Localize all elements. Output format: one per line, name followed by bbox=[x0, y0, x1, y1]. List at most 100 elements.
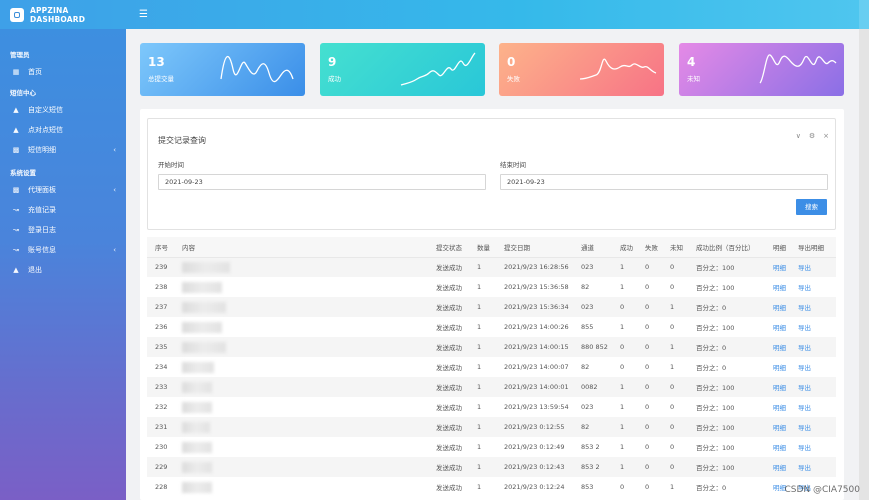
cell-date: 2021/9/23 0:12:43 bbox=[496, 457, 573, 477]
detail-link[interactable]: 明细 bbox=[765, 337, 790, 357]
detail-link[interactable]: 明细 bbox=[765, 257, 790, 277]
column-header: 内容 bbox=[174, 237, 428, 258]
start-date-input[interactable] bbox=[158, 174, 486, 190]
cell-qty: 1 bbox=[469, 397, 496, 417]
detail-link[interactable]: 明细 bbox=[765, 277, 790, 297]
brand[interactable]: APPZINA DASHBOARD bbox=[0, 0, 126, 29]
detail-link[interactable]: 明细 bbox=[765, 377, 790, 397]
cell-unknown: 1 bbox=[662, 297, 688, 317]
collapse-icon[interactable]: ∨ bbox=[796, 132, 801, 140]
top-bar: APPZINA DASHBOARD ☰ bbox=[0, 0, 869, 29]
sidebar-item-logout[interactable]: ▲ 退出 bbox=[0, 260, 126, 280]
close-icon[interactable]: × bbox=[823, 132, 829, 140]
column-header: 提交日期 bbox=[496, 237, 573, 258]
redacted-content bbox=[182, 361, 214, 373]
cell-status: 发送成功 bbox=[428, 377, 469, 397]
cell-content bbox=[174, 357, 428, 377]
redacted-content bbox=[182, 301, 226, 313]
gear-icon[interactable]: ⚙ bbox=[809, 132, 815, 140]
export-link[interactable]: 导出 bbox=[790, 337, 836, 357]
export-link[interactable]: 导出 bbox=[790, 277, 836, 297]
stat-value: 9 bbox=[328, 55, 337, 69]
cell-success: 0 bbox=[612, 357, 637, 377]
cell-success: 1 bbox=[612, 317, 637, 337]
cell-status: 发送成功 bbox=[428, 337, 469, 357]
cell-content bbox=[174, 257, 428, 277]
cell-date: 2021/9/23 14:00:26 bbox=[496, 317, 573, 337]
cell-date: 2021/9/23 14:00:15 bbox=[496, 337, 573, 357]
export-link[interactable]: 导出 bbox=[790, 457, 836, 477]
cell-fail: 0 bbox=[637, 437, 662, 457]
end-date-input[interactable] bbox=[500, 174, 828, 190]
cell-status: 发送成功 bbox=[428, 257, 469, 277]
detail-link[interactable]: 明细 bbox=[765, 317, 790, 337]
hamburger-icon[interactable]: ☰ bbox=[139, 9, 148, 20]
cell-qty: 1 bbox=[469, 337, 496, 357]
detail-link[interactable]: 明细 bbox=[765, 357, 790, 377]
cell-ratio: 百分之：100 bbox=[688, 317, 765, 337]
cell-status: 发送成功 bbox=[428, 297, 469, 317]
cell-date: 2021/9/23 0:12:24 bbox=[496, 477, 573, 497]
sidebar-item-label: 退出 bbox=[28, 266, 42, 274]
sidebar-item-login-log[interactable]: ↝ 登录日志 bbox=[0, 220, 126, 240]
cell-fail: 0 bbox=[637, 297, 662, 317]
sidebar-item-label: 点对点短信 bbox=[28, 126, 63, 134]
detail-link[interactable]: 明细 bbox=[765, 437, 790, 457]
sidebar: 管理员 ▦ 首页 短信中心 ▲ 自定义短信 ▲ 点对点短信 ▩ 短信明细 ‹ 系… bbox=[0, 29, 126, 500]
sparkline-icon bbox=[220, 56, 294, 83]
sidebar-item-custom-sms[interactable]: ▲ 自定义短信 bbox=[0, 100, 126, 120]
sidebar-item-home[interactable]: ▦ 首页 bbox=[0, 62, 126, 82]
export-link[interactable]: 导出 bbox=[790, 417, 836, 437]
scrollbar[interactable] bbox=[859, 29, 869, 500]
export-link[interactable]: 导出 bbox=[790, 297, 836, 317]
cell-status: 发送成功 bbox=[428, 277, 469, 297]
cell-id: 230 bbox=[147, 437, 174, 457]
detail-link[interactable]: 明细 bbox=[765, 457, 790, 477]
cell-fail: 0 bbox=[637, 477, 662, 497]
cell-content bbox=[174, 337, 428, 357]
search-button[interactable]: 搜索 bbox=[796, 199, 827, 215]
cell-ratio: 百分之：100 bbox=[688, 397, 765, 417]
redacted-content bbox=[182, 321, 222, 333]
redacted-content bbox=[182, 381, 212, 393]
cell-id: 232 bbox=[147, 397, 174, 417]
cell-unknown: 0 bbox=[662, 457, 688, 477]
export-link[interactable]: 导出 bbox=[790, 397, 836, 417]
cell-date: 2021/9/23 16:28:56 bbox=[496, 257, 573, 277]
detail-link[interactable]: 明细 bbox=[765, 297, 790, 317]
stat-value: 0 bbox=[507, 55, 516, 69]
redacted-content bbox=[182, 481, 212, 493]
cell-date: 2021/9/23 13:59:54 bbox=[496, 397, 573, 417]
detail-link[interactable]: 明细 bbox=[765, 397, 790, 417]
cell-qty: 1 bbox=[469, 437, 496, 457]
sidebar-item-recharge[interactable]: ↝ 充值记录 bbox=[0, 200, 126, 220]
cell-ratio: 百分之：100 bbox=[688, 377, 765, 397]
export-link[interactable]: 导出 bbox=[790, 317, 836, 337]
cell-unknown: 0 bbox=[662, 317, 688, 337]
sidebar-item-agent-panel[interactable]: ▩ 代理面板 ‹ bbox=[0, 180, 126, 200]
column-header: 未知 bbox=[662, 237, 688, 258]
sparkline-icon bbox=[400, 52, 476, 86]
cell-channel: 853 2 bbox=[573, 457, 612, 477]
sidebar-item-account[interactable]: ↝ 账号信息 ‹ bbox=[0, 240, 126, 260]
cell-date: 2021/9/23 14:00:01 bbox=[496, 377, 573, 397]
cell-unknown: 1 bbox=[662, 357, 688, 377]
sidebar-item-sms-detail[interactable]: ▩ 短信明细 ‹ bbox=[0, 140, 126, 160]
query-box: 提交记录查询 ∨ ⚙ × 开始时间 结束时间 搜索 bbox=[147, 118, 836, 230]
cell-id: 238 bbox=[147, 277, 174, 297]
detail-link[interactable]: 明细 bbox=[765, 417, 790, 437]
cell-id: 237 bbox=[147, 297, 174, 317]
export-link[interactable]: 导出 bbox=[790, 437, 836, 457]
cell-ratio: 百分之：0 bbox=[688, 297, 765, 317]
sidebar-item-p2p-sms[interactable]: ▲ 点对点短信 bbox=[0, 120, 126, 140]
export-link[interactable]: 导出 bbox=[790, 257, 836, 277]
table-row: 231 发送成功 1 2021/9/23 0:12:55 82 1 0 0 百分之：100 明细导… bbox=[147, 417, 836, 437]
export-link[interactable]: 导出 bbox=[790, 377, 836, 397]
cell-unknown: 0 bbox=[662, 417, 688, 437]
cell-qty: 1 bbox=[469, 457, 496, 477]
cell-success: 1 bbox=[612, 457, 637, 477]
cell-content bbox=[174, 317, 428, 337]
column-header: 导出明细 bbox=[790, 237, 836, 258]
line-chart-icon: ↝ bbox=[13, 206, 19, 214]
export-link[interactable]: 导出 bbox=[790, 357, 836, 377]
